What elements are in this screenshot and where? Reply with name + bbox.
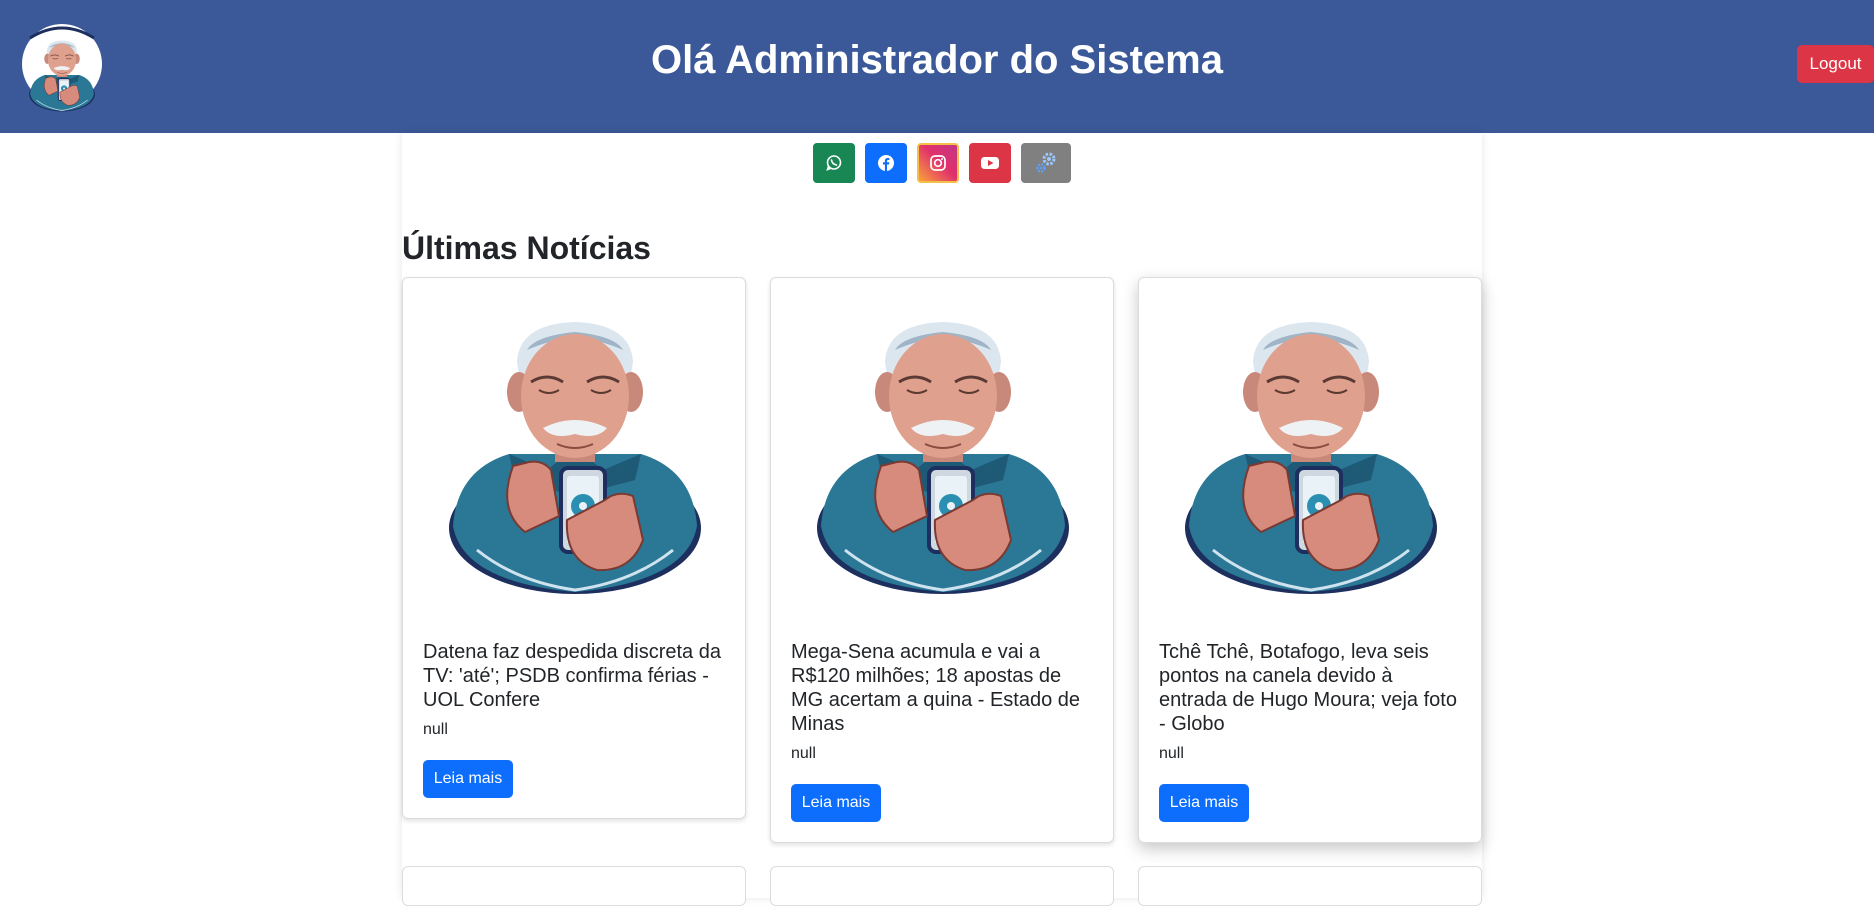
logout-button[interactable]: Logout: [1797, 45, 1874, 83]
news-card-partial: [1138, 866, 1482, 906]
news-description: null: [791, 745, 816, 762]
instagram-icon: [930, 155, 946, 171]
instagram-button[interactable]: [917, 143, 959, 183]
news-card-partial: [402, 866, 746, 906]
news-image: [815, 320, 1071, 596]
news-card: Datena faz despedida discreta da TV: 'at…: [402, 277, 746, 819]
page-title: Olá Administrador do Sistema: [651, 38, 1223, 82]
whatsapp-button[interactable]: [813, 143, 855, 183]
news-description: null: [1159, 745, 1184, 762]
news-card: Mega-Sena acumula e vai a R$120 milhões;…: [770, 277, 1114, 843]
section-title: Últimas Notícias: [402, 230, 651, 266]
app-header: Olá Administrador do Sistema Logout: [0, 0, 1874, 133]
news-card: Tchê Tchê, Botafogo, leva seis pontos na…: [1138, 277, 1482, 843]
settings-button[interactable]: [1021, 143, 1071, 183]
youtube-button[interactable]: [969, 143, 1011, 183]
whatsapp-icon: [826, 155, 842, 171]
news-image: [1183, 320, 1439, 596]
news-card-partial: [770, 866, 1114, 906]
news-description: null: [423, 721, 448, 738]
news-title: Mega-Sena acumula e vai a R$120 milhões;…: [791, 641, 1081, 735]
read-more-button[interactable]: Leia mais: [791, 784, 881, 822]
news-image: [447, 320, 703, 596]
read-more-button[interactable]: Leia mais: [1159, 784, 1249, 822]
news-title: Tchê Tchê, Botafogo, leva seis pontos na…: [1159, 641, 1457, 735]
gears-icon: [1036, 152, 1056, 173]
news-title: Datena faz despedida discreta da TV: 'at…: [423, 641, 721, 711]
youtube-icon: [981, 157, 999, 169]
read-more-button[interactable]: Leia mais: [423, 760, 513, 798]
facebook-button[interactable]: [865, 143, 907, 183]
facebook-icon: [878, 155, 894, 171]
